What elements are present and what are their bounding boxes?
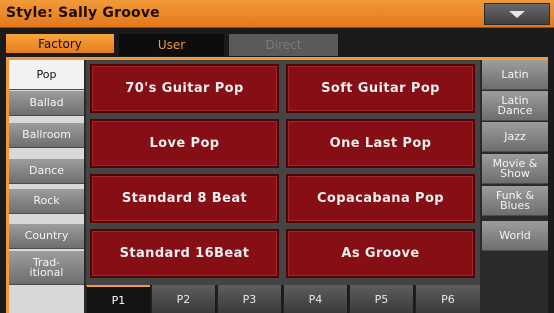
style-button[interactable]: As Groove — [286, 229, 475, 278]
category-ballad[interactable]: Ballad — [9, 91, 84, 116]
style-button[interactable]: Copacabana Pop — [286, 174, 475, 223]
style-button[interactable]: Standard 16Beat — [90, 229, 279, 278]
tab-page-5[interactable]: P5 — [349, 285, 413, 313]
chevron-down-icon — [509, 11, 525, 18]
tab-page-1[interactable]: P1 — [86, 285, 150, 313]
page-title: Style: Sally Groove — [6, 5, 160, 21]
page-menu-button[interactable] — [484, 3, 550, 25]
title-bar: Style: Sally Groove — [0, 0, 554, 28]
style-button[interactable]: One Last Pop — [286, 119, 475, 168]
category-pop[interactable]: Pop — [9, 60, 84, 90]
tab-factory[interactable]: Factory — [6, 34, 114, 56]
tab-page-4[interactable]: P4 — [283, 285, 347, 313]
tab-direct[interactable]: Direct — [229, 34, 338, 56]
category-jazz[interactable]: Jazz — [482, 122, 548, 152]
tab-page-2[interactable]: P2 — [151, 285, 215, 313]
style-button[interactable]: 70's Guitar Pop — [90, 64, 279, 113]
category-funk-blues[interactable]: Funk & Blues — [482, 186, 548, 216]
category-country[interactable]: Country — [9, 224, 84, 249]
bank-tabs: Factory User Direct — [0, 28, 554, 59]
category-latin[interactable]: Latin — [482, 60, 548, 90]
style-button[interactable]: Soft Guitar Pop — [286, 64, 475, 113]
category-movie-show[interactable]: Movie & Show — [482, 154, 548, 184]
tab-page-6[interactable]: P6 — [415, 285, 480, 313]
category-latin-dance[interactable]: Latin Dance — [482, 91, 548, 121]
category-traditional[interactable]: Trad- itional — [9, 251, 84, 285]
style-button[interactable]: Love Pop — [90, 119, 279, 168]
tab-page-3[interactable]: P3 — [217, 285, 281, 313]
tab-user[interactable]: User — [119, 34, 224, 56]
category-world[interactable]: World — [482, 221, 548, 251]
style-button[interactable]: Standard 8 Beat — [90, 174, 279, 223]
category-ballroom[interactable]: Ballroom — [9, 123, 84, 148]
category-dance[interactable]: Dance — [9, 159, 84, 184]
category-rock[interactable]: Rock — [9, 189, 84, 214]
